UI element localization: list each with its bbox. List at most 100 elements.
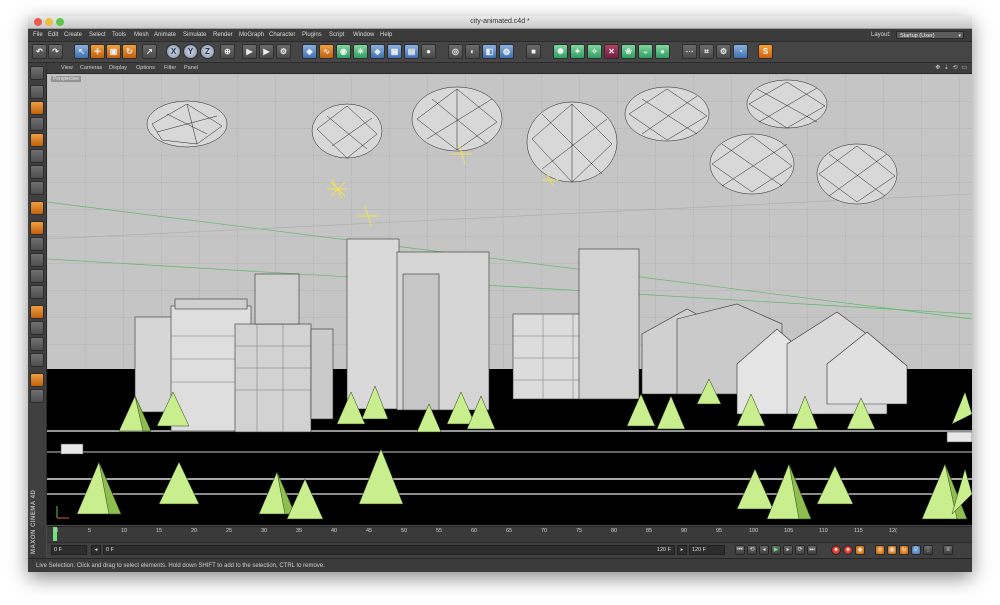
menu-simulate[interactable]: Simulate — [183, 29, 206, 41]
subdivision-surface-icon[interactable]: ◉ — [336, 44, 351, 59]
go-to-end-icon[interactable]: ⏭ — [807, 545, 817, 555]
timeline-window-icon[interactable]: ≡ — [943, 545, 953, 555]
keyframe-selection-icon[interactable]: ◆ — [855, 545, 865, 555]
coordinate-system-icon[interactable]: ⊕ — [220, 44, 235, 59]
workplane-icon[interactable]: ⌗ — [699, 44, 714, 59]
rotation-key-icon[interactable]: ↻ — [899, 545, 909, 555]
environment-icon[interactable]: ◍ — [499, 44, 514, 59]
planar-workplane-icon[interactable] — [30, 321, 44, 335]
light-icon[interactable]: ● — [421, 44, 436, 59]
tweak-icon[interactable] — [30, 237, 44, 251]
axis-icon[interactable]: ⚙ — [716, 44, 731, 59]
menu-tools[interactable]: Tools — [112, 29, 126, 41]
render-view-icon[interactable]: ▶ — [242, 44, 257, 59]
viewport-solo-icon[interactable] — [30, 389, 44, 403]
parameter-key-icon[interactable]: P — [911, 545, 921, 555]
mograph-matrix-icon[interactable]: ✧ — [587, 44, 602, 59]
polygons-mode-icon[interactable] — [30, 181, 44, 195]
menu-plugins[interactable]: Plugins — [302, 29, 322, 41]
plugin-s-button[interactable]: S — [758, 44, 773, 59]
menu-window[interactable]: Window — [353, 29, 374, 41]
hair-icon[interactable]: ❀ — [621, 44, 636, 59]
menu-edit[interactable]: Edit — [48, 29, 58, 41]
light-bulb-icon[interactable]: ◐ — [465, 44, 480, 59]
enable-axis-icon[interactable] — [30, 221, 44, 235]
play-icon[interactable]: ▶ — [771, 545, 781, 555]
brush-icon[interactable] — [30, 253, 44, 267]
mograph-fracture-icon[interactable]: ✦ — [570, 44, 585, 59]
menu-select[interactable]: Select — [89, 29, 106, 41]
rotate-icon[interactable]: ↻ — [122, 44, 137, 59]
range-end-arrow-icon[interactable]: ▸ — [677, 545, 687, 555]
viewport-menu-view[interactable]: View — [61, 63, 73, 73]
next-frame-icon[interactable]: ▸ — [783, 545, 793, 555]
character-icon[interactable]: ✕ — [604, 44, 619, 59]
undo-icon[interactable]: ↶ — [32, 44, 47, 59]
position-key-icon[interactable]: ✛ — [875, 545, 885, 555]
viewport-nav-controls[interactable]: ✥ ⇣ ⟲ ▭ — [935, 63, 968, 73]
model-mode-icon[interactable] — [30, 85, 44, 99]
texture-mode-icon[interactable] — [30, 117, 44, 131]
snap-enable-icon[interactable] — [30, 305, 44, 319]
floor-icon[interactable]: ▦ — [387, 44, 402, 59]
next-key-icon[interactable]: ⟳ — [795, 545, 805, 555]
range-start-arrow-icon[interactable]: ◂ — [91, 545, 101, 555]
extrude-icon[interactable] — [30, 285, 44, 299]
menu-file[interactable]: File — [33, 29, 43, 41]
autokeying-icon[interactable]: ● — [843, 545, 853, 555]
make-editable-icon[interactable] — [30, 66, 44, 80]
viewport-menu-options[interactable]: Options — [136, 63, 155, 73]
layout-select[interactable]: Startup (User) ▾ — [896, 31, 964, 39]
move-icon[interactable]: ✛ — [90, 44, 105, 59]
array-icon[interactable]: ✳ — [353, 44, 368, 59]
3d-viewport[interactable]: Perspective — [47, 74, 972, 525]
menu-character[interactable]: Character — [269, 29, 295, 41]
camera-icon[interactable]: ◎ — [448, 44, 463, 59]
snap-icon[interactable]: ⋯ — [682, 44, 697, 59]
locked-workplane-icon[interactable] — [30, 337, 44, 351]
material-icon[interactable]: ◧ — [482, 44, 497, 59]
sphere-icon[interactable]: ● — [655, 44, 670, 59]
menu-create[interactable]: Create — [64, 29, 82, 41]
viewport-menu-cameras[interactable]: Cameras — [80, 63, 102, 73]
viewport-menu-display[interactable]: Display — [109, 63, 127, 73]
end-frame-field[interactable]: 120 F — [689, 545, 725, 555]
timeline-ruler[interactable]: 0 5 10 15 20 25 30 35 40 45 50 55 60 65 … — [47, 526, 972, 542]
workplane-mode-icon[interactable] — [30, 133, 44, 147]
previous-key-icon[interactable]: ⟲ — [747, 545, 757, 555]
point-level-animation-icon[interactable]: ⋮ — [923, 545, 933, 555]
menu-script[interactable]: Script — [329, 29, 344, 41]
record-active-objects-icon[interactable]: ● — [831, 545, 841, 555]
display-mode-icon[interactable]: ■ — [526, 44, 541, 59]
menu-animate[interactable]: Animate — [154, 29, 176, 41]
menu-mograph[interactable]: MoGraph — [239, 29, 264, 41]
python-icon[interactable]: ◔ — [733, 44, 748, 59]
scale-icon[interactable]: ▣ — [106, 44, 121, 59]
viewport-menu-filter[interactable]: Filter — [164, 63, 176, 73]
previous-frame-icon[interactable]: ◂ — [759, 545, 769, 555]
deformer-icon[interactable]: ◈ — [370, 44, 385, 59]
menu-render[interactable]: Render — [213, 29, 233, 41]
cube-icon[interactable]: ◆ — [302, 44, 317, 59]
edges-mode-icon[interactable] — [30, 165, 44, 179]
recent-tools-icon[interactable]: ↗ — [142, 44, 157, 59]
x-axis-lock-button[interactable]: X — [166, 44, 181, 59]
frame-range-slider[interactable]: 0 F 120 F — [103, 545, 675, 555]
z-axis-lock-button[interactable]: Z — [200, 44, 215, 59]
menu-mesh[interactable]: Mesh — [134, 29, 149, 41]
render-to-picture-viewer-icon[interactable]: ▶ — [259, 44, 274, 59]
menu-help[interactable]: Help — [380, 29, 392, 41]
scale-key-icon[interactable]: ▣ — [887, 545, 897, 555]
sky-icon[interactable]: ▤ — [404, 44, 419, 59]
solo-icon[interactable] — [30, 373, 44, 387]
object-mode-icon[interactable] — [30, 101, 44, 115]
knife-icon[interactable] — [30, 269, 44, 283]
pen-icon[interactable]: ∿ — [319, 44, 334, 59]
quantize-icon[interactable] — [30, 353, 44, 367]
edit-render-settings-icon[interactable]: ⚙ — [276, 44, 291, 59]
current-frame-field[interactable]: 0 F — [51, 545, 87, 555]
mograph-cloner-icon[interactable]: ✺ — [553, 44, 568, 59]
magnet-icon[interactable] — [30, 201, 44, 215]
redo-icon[interactable]: ↷ — [48, 44, 63, 59]
points-mode-icon[interactable] — [30, 149, 44, 163]
